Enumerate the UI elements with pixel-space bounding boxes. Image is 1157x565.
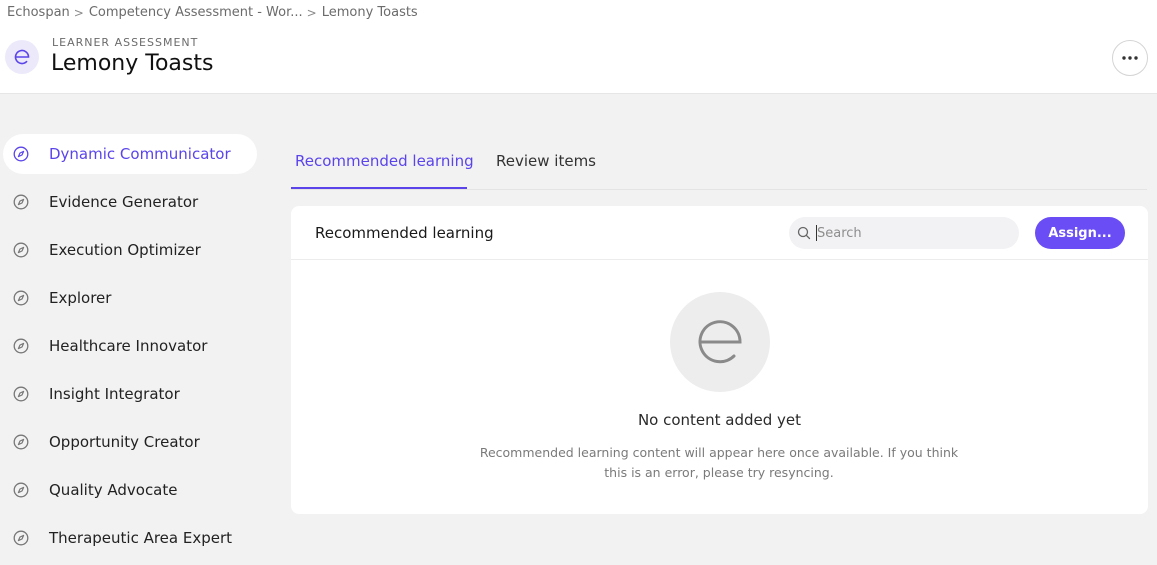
- chevron-right-icon: >: [306, 5, 317, 20]
- sidebar-item-insight-integrator[interactable]: Insight Integrator: [3, 374, 257, 414]
- tab-review-items[interactable]: Review items: [496, 152, 596, 170]
- sidebar-item-label: Opportunity Creator: [49, 433, 200, 451]
- empty-state-title: No content added yet: [637, 411, 802, 429]
- page-header: Echospan > Competency Assessment - Wor..…: [0, 0, 1157, 94]
- compass-icon: [13, 530, 29, 546]
- compass-icon: [13, 482, 29, 498]
- page-title: Lemony Toasts: [51, 51, 214, 76]
- sidebar-item-opportunity-creator[interactable]: Opportunity Creator: [3, 422, 257, 462]
- echospan-logo-icon: [5, 40, 39, 74]
- sidebar-item-label: Therapeutic Area Expert: [49, 529, 233, 547]
- sidebar-item-quality-advocate[interactable]: Quality Advocate: [3, 470, 257, 510]
- active-tab-indicator: [291, 187, 467, 189]
- breadcrumb-item-echospan[interactable]: Echospan: [7, 5, 70, 20]
- empty-state-description: Recommended learning content will appear…: [479, 445, 959, 480]
- assign-button[interactable]: Assign...: [1035, 217, 1125, 249]
- sidebar-item-label: Explorer: [49, 289, 112, 307]
- sidebar-item-label: Quality Advocate: [49, 481, 178, 499]
- tab-recommended-learning[interactable]: Recommended learning: [295, 152, 474, 170]
- breadcrumb-item-assessment[interactable]: Competency Assessment - Wor...: [89, 5, 303, 20]
- compass-icon: [13, 194, 29, 210]
- panel-divider: [291, 259, 1148, 260]
- compass-icon: [13, 242, 29, 258]
- breadcrumb: Echospan > Competency Assessment - Wor..…: [7, 5, 418, 20]
- recommended-learning-panel: Recommended learning Assign... No conten…: [291, 206, 1148, 514]
- compass-icon: [13, 434, 29, 450]
- compass-icon: [13, 386, 29, 402]
- compass-icon: [13, 290, 29, 306]
- breadcrumb-item-current: Lemony Toasts: [321, 5, 418, 20]
- tab-divider: [291, 189, 1147, 190]
- page-subtitle: LEARNER ASSESSMENT: [52, 36, 199, 49]
- compass-icon: [13, 146, 29, 162]
- search-input[interactable]: [817, 223, 1007, 243]
- sidebar-item-evidence-generator[interactable]: Evidence Generator: [3, 182, 257, 222]
- sidebar-item-healthcare-innovator[interactable]: Healthcare Innovator: [3, 326, 257, 366]
- sidebar-item-therapeutic-area-expert[interactable]: Therapeutic Area Expert: [3, 518, 257, 558]
- sidebar-item-label: Evidence Generator: [49, 193, 199, 211]
- chevron-right-icon: >: [73, 5, 84, 20]
- text-cursor: [816, 225, 817, 241]
- search-icon: [797, 226, 811, 240]
- more-horizontal-icon: [1122, 56, 1138, 60]
- compass-icon: [13, 338, 29, 354]
- panel-title: Recommended learning: [315, 224, 494, 242]
- search-box[interactable]: [789, 217, 1019, 249]
- more-options-button[interactable]: [1112, 40, 1148, 76]
- sidebar-item-dynamic-communicator[interactable]: Dynamic Communicator: [3, 134, 257, 174]
- sidebar-item-explorer[interactable]: Explorer: [3, 278, 257, 318]
- sidebar-item-label: Execution Optimizer: [49, 241, 201, 259]
- sidebar-item-label: Insight Integrator: [49, 385, 180, 403]
- sidebar-item-label: Healthcare Innovator: [49, 337, 208, 355]
- empty-state-logo-icon: [670, 292, 770, 392]
- sidebar-item-execution-optimizer[interactable]: Execution Optimizer: [3, 230, 257, 270]
- sidebar-item-label: Dynamic Communicator: [49, 145, 231, 163]
